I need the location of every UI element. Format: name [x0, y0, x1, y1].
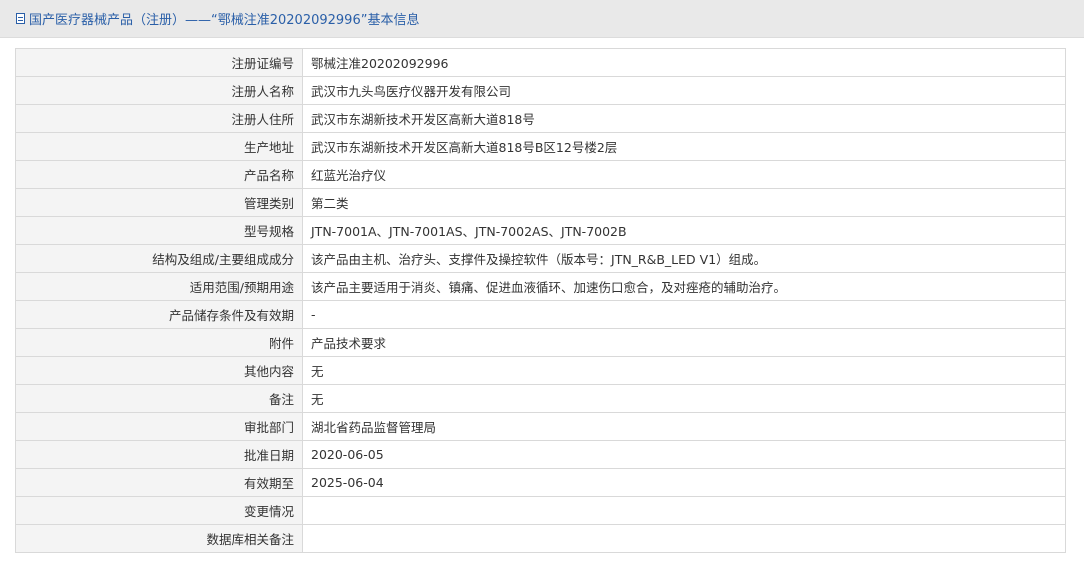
row-value: 武汉市东湖新技术开发区高新大道818号	[302, 104, 1066, 133]
row-value: 2025-06-04	[302, 468, 1066, 497]
row-value: 武汉市九头鸟医疗仪器开发有限公司	[302, 76, 1066, 105]
row-label: 生产地址	[15, 132, 303, 161]
table-row: 型号规格 JTN-7001A、JTN-7001AS、JTN-7002AS、JTN…	[15, 216, 1066, 245]
row-label: 注册人名称	[15, 76, 303, 105]
row-label: 注册人住所	[15, 104, 303, 133]
table-row: 注册人名称 武汉市九头鸟医疗仪器开发有限公司	[15, 76, 1066, 105]
table-row: 生产地址 武汉市东湖新技术开发区高新大道818号B区12号楼2层	[15, 132, 1066, 161]
row-label: 有效期至	[15, 468, 303, 497]
page-title: 国产医疗器械产品（注册）——“鄂械注准20202092996”基本信息	[29, 13, 420, 28]
row-value: JTN-7001A、JTN-7001AS、JTN-7002AS、JTN-7002…	[302, 216, 1066, 245]
row-label: 产品储存条件及有效期	[15, 300, 303, 329]
row-label: 结构及组成/主要组成成分	[15, 244, 303, 273]
row-value: 鄂械注准20202092996	[302, 48, 1066, 77]
row-value: 该产品主要适用于消炎、镇痛、促进血液循环、加速伤口愈合，及对痤疮的辅助治疗。	[302, 272, 1066, 301]
table-row: 其他内容 无	[15, 356, 1066, 385]
document-icon	[16, 13, 25, 24]
table-row: 审批部门 湖北省药品监督管理局	[15, 412, 1066, 441]
row-label: 适用范围/预期用途	[15, 272, 303, 301]
info-table: 注册证编号 鄂械注准20202092996 注册人名称 武汉市九头鸟医疗仪器开发…	[15, 48, 1066, 553]
table-row: 附件 产品技术要求	[15, 328, 1066, 357]
table-row: 结构及组成/主要组成成分 该产品由主机、治疗头、支撑件及操控软件（版本号：JTN…	[15, 244, 1066, 273]
row-value: -	[302, 300, 1066, 329]
row-value: 该产品由主机、治疗头、支撑件及操控软件（版本号：JTN_R&B_LED V1）组…	[302, 244, 1066, 273]
row-label: 型号规格	[15, 216, 303, 245]
table-row: 产品储存条件及有效期 -	[15, 300, 1066, 329]
row-label: 审批部门	[15, 412, 303, 441]
row-value: 2020-06-05	[302, 440, 1066, 469]
row-value: 产品技术要求	[302, 328, 1066, 357]
row-label: 附件	[15, 328, 303, 357]
row-value: 无	[302, 384, 1066, 413]
page-header: 国产医疗器械产品（注册）——“鄂械注准20202092996”基本信息	[0, 0, 1084, 38]
row-label: 数据库相关备注	[15, 524, 303, 553]
table-row: 适用范围/预期用途 该产品主要适用于消炎、镇痛、促进血液循环、加速伤口愈合，及对…	[15, 272, 1066, 301]
table-row: 产品名称 红蓝光治疗仪	[15, 160, 1066, 189]
table-row: 批准日期 2020-06-05	[15, 440, 1066, 469]
table-row: 数据库相关备注	[15, 524, 1066, 553]
row-value: 第二类	[302, 188, 1066, 217]
row-value: 红蓝光治疗仪	[302, 160, 1066, 189]
table-row: 有效期至 2025-06-04	[15, 468, 1066, 497]
row-value	[302, 496, 1066, 525]
info-table-container: 注册证编号 鄂械注准20202092996 注册人名称 武汉市九头鸟医疗仪器开发…	[15, 48, 1066, 553]
row-label: 产品名称	[15, 160, 303, 189]
row-value: 无	[302, 356, 1066, 385]
row-label: 备注	[15, 384, 303, 413]
table-row: 注册证编号 鄂械注准20202092996	[15, 48, 1066, 77]
table-row: 变更情况	[15, 496, 1066, 525]
table-row: 注册人住所 武汉市东湖新技术开发区高新大道818号	[15, 104, 1066, 133]
row-value	[302, 524, 1066, 553]
table-row: 备注 无	[15, 384, 1066, 413]
row-value: 武汉市东湖新技术开发区高新大道818号B区12号楼2层	[302, 132, 1066, 161]
table-row: 管理类别 第二类	[15, 188, 1066, 217]
row-label: 注册证编号	[15, 48, 303, 77]
row-label: 其他内容	[15, 356, 303, 385]
row-label: 变更情况	[15, 496, 303, 525]
row-value: 湖北省药品监督管理局	[302, 412, 1066, 441]
row-label: 批准日期	[15, 440, 303, 469]
row-label: 管理类别	[15, 188, 303, 217]
